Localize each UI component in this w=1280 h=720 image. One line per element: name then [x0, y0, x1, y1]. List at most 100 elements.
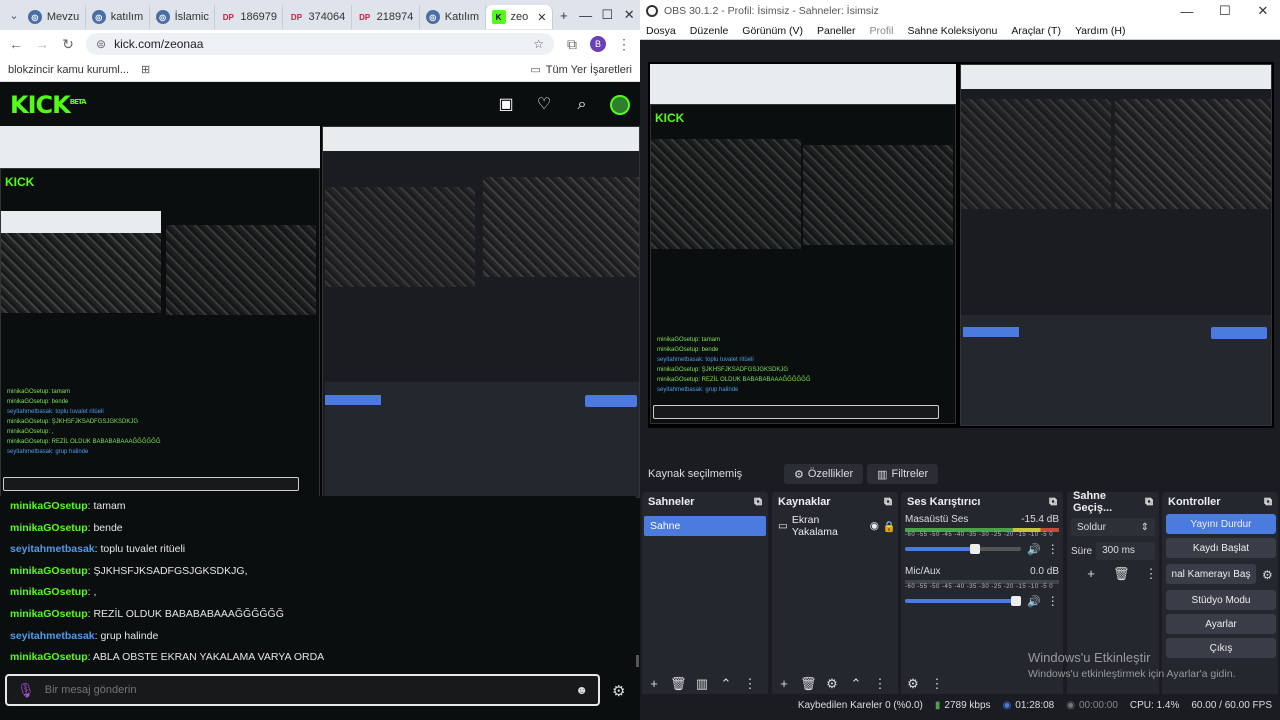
- gear-icon[interactable]: ⚙: [824, 676, 840, 692]
- lock-icon[interactable]: 🔒: [883, 520, 896, 533]
- bookmark-star-icon[interactable]: ☆: [533, 37, 544, 51]
- all-bookmarks-link[interactable]: Tüm Yer İşaretleri: [546, 64, 632, 76]
- kick-logo[interactable]: KICKBETA: [10, 91, 87, 119]
- obs-preview[interactable]: KICK minikaGOsetup: tamam minikaGOsetup:…: [648, 62, 1274, 428]
- kebab-menu-icon[interactable]: ⋮: [1143, 566, 1159, 582]
- menu-help[interactable]: Yardım (H): [1075, 25, 1126, 37]
- kebab-menu-icon[interactable]: ⋮: [1047, 542, 1059, 556]
- tab-1[interactable]: ◎ katılım: [86, 5, 150, 29]
- extensions-icon[interactable]: ⧉: [564, 36, 580, 53]
- apps-grid-icon[interactable]: ⊞: [141, 63, 150, 76]
- volume-slider[interactable]: [905, 596, 1021, 606]
- chat-username[interactable]: minikaGOsetup: [10, 651, 88, 663]
- tab-6[interactable]: ◎ Katılım: [420, 5, 486, 29]
- menu-scene-collection[interactable]: Sahne Koleksiyonu: [907, 25, 997, 37]
- chevron-up-icon[interactable]: ⌃: [718, 676, 734, 692]
- trash-icon[interactable]: 🗑: [800, 676, 817, 692]
- trash-icon[interactable]: 🗑: [670, 676, 687, 692]
- chat-scrollbar[interactable]: [636, 655, 639, 667]
- properties-button[interactable]: ⚙ Özellikler: [784, 464, 864, 484]
- virtual-camera-button[interactable]: nal Kamerayı Baş: [1166, 564, 1256, 584]
- undock-icon[interactable]: ⧉: [884, 496, 892, 509]
- user-avatar[interactable]: [610, 95, 630, 115]
- speaker-icon[interactable]: 🔊: [1027, 543, 1041, 556]
- profile-avatar[interactable]: B: [590, 36, 606, 52]
- menu-view[interactable]: Görünüm (V): [742, 25, 803, 37]
- duration-field[interactable]: 300 ms: [1096, 542, 1155, 560]
- close-window-icon[interactable]: ✕: [1252, 3, 1274, 19]
- tab-7-active[interactable]: Kzeo ✕: [485, 5, 553, 29]
- add-icon[interactable]: +: [1083, 566, 1099, 582]
- undock-icon[interactable]: ⧉: [754, 496, 762, 509]
- speaker-icon[interactable]: 🔊: [1027, 595, 1041, 608]
- chat-username[interactable]: minikaGOsetup: [10, 500, 88, 512]
- volume-slider[interactable]: [905, 544, 1021, 554]
- menu-profile[interactable]: Profil: [870, 25, 894, 37]
- chat-username[interactable]: seyitahmetbasak: [10, 630, 95, 642]
- search-icon[interactable]: ⌕: [572, 95, 592, 115]
- eye-icon[interactable]: ◉: [870, 520, 879, 532]
- duration-label: Süre: [1071, 545, 1093, 557]
- microphone-icon[interactable]: 🎙: [17, 682, 35, 699]
- settings-button[interactable]: Ayarlar: [1166, 614, 1276, 634]
- reload-icon[interactable]: ↻: [60, 36, 76, 53]
- source-item[interactable]: ▭ Ekran Yakalama ◉ 🔒: [774, 514, 896, 538]
- filters-button[interactable]: ▥ Filtreler: [867, 464, 939, 484]
- studio-mode-button[interactable]: Stüdyo Modu: [1166, 590, 1276, 610]
- chat-username[interactable]: minikaGOsetup: [10, 586, 88, 598]
- add-icon[interactable]: +: [646, 676, 662, 692]
- tab-3[interactable]: DP 186979: [215, 5, 284, 29]
- site-info-icon[interactable]: ⊜: [96, 37, 106, 51]
- chat-message-input[interactable]: [44, 684, 566, 696]
- chat-settings-icon[interactable]: ⚙: [612, 682, 625, 700]
- menu-file[interactable]: Dosya: [646, 25, 676, 37]
- undock-icon[interactable]: ⧉: [1049, 496, 1057, 509]
- minimize-icon[interactable]: —: [575, 8, 597, 23]
- emoji-icon[interactable]: ☻: [575, 683, 588, 697]
- kebab-menu-icon[interactable]: ⋮: [929, 676, 945, 692]
- trash-icon[interactable]: 🗑: [1113, 566, 1130, 582]
- kebab-menu-icon[interactable]: ⋮: [872, 676, 888, 692]
- stream-video[interactable]: KICK minikaGOsetup: tamam minikaGOsetup:…: [0, 126, 640, 498]
- more-menu-icon[interactable]: ⋮: [616, 36, 632, 53]
- bookmark-item[interactable]: blokzincir kamu kuruml...: [8, 64, 129, 76]
- stop-streaming-button[interactable]: Yayını Durdur: [1166, 514, 1276, 534]
- chat-username[interactable]: minikaGOsetup: [10, 565, 88, 577]
- menu-docks[interactable]: Paneller: [817, 25, 856, 37]
- close-window-icon[interactable]: ✕: [618, 7, 640, 23]
- clips-icon[interactable]: ▣: [496, 95, 516, 115]
- filter-icon[interactable]: ▥: [694, 676, 710, 692]
- minimize-icon[interactable]: —: [1176, 4, 1198, 19]
- chat-panel: minikaGOsetup: tamam minikaGOsetup: bend…: [0, 496, 636, 666]
- advanced-audio-icon[interactable]: ⚙: [905, 676, 921, 692]
- maximize-icon[interactable]: ☐: [1214, 3, 1236, 19]
- tab-5[interactable]: DP 218974: [352, 5, 420, 29]
- chat-username[interactable]: minikaGOsetup: [10, 608, 88, 620]
- add-icon[interactable]: +: [776, 676, 792, 692]
- close-tab-icon[interactable]: ✕: [537, 11, 546, 24]
- undock-icon[interactable]: ⧉: [1145, 496, 1153, 509]
- kebab-menu-icon[interactable]: ⋮: [742, 676, 758, 692]
- gear-icon[interactable]: ⚙: [1262, 568, 1273, 582]
- heart-icon[interactable]: ♡: [534, 95, 554, 115]
- back-icon[interactable]: ←: [8, 36, 24, 52]
- tab-search-icon[interactable]: ⌄: [6, 9, 22, 22]
- maximize-icon[interactable]: ☐: [596, 7, 618, 23]
- gear-icon: ⚙: [794, 468, 804, 481]
- start-recording-button[interactable]: Kaydı Başlat: [1166, 538, 1276, 558]
- tab-2[interactable]: ◎ İslamic: [150, 5, 216, 29]
- tab-0[interactable]: ◎ Mevzu: [22, 5, 86, 29]
- chevron-up-icon[interactable]: ⌃: [848, 676, 864, 692]
- kebab-menu-icon[interactable]: ⋮: [1047, 594, 1059, 608]
- url-field[interactable]: ⊜ kick.com/zeonaa ☆: [86, 33, 554, 55]
- new-tab-button[interactable]: +: [553, 8, 575, 23]
- forward-icon[interactable]: →: [34, 36, 50, 52]
- transition-select[interactable]: Soldur ⇕: [1071, 518, 1155, 536]
- chat-username[interactable]: minikaGOsetup: [10, 522, 88, 534]
- menu-edit[interactable]: Düzenle: [690, 25, 729, 37]
- scene-item[interactable]: Sahne: [644, 516, 766, 536]
- undock-icon[interactable]: ⧉: [1264, 496, 1272, 509]
- chat-username[interactable]: seyitahmetbasak: [10, 543, 95, 555]
- menu-tools[interactable]: Araçlar (T): [1011, 25, 1061, 37]
- tab-4[interactable]: DP 374064: [283, 5, 352, 29]
